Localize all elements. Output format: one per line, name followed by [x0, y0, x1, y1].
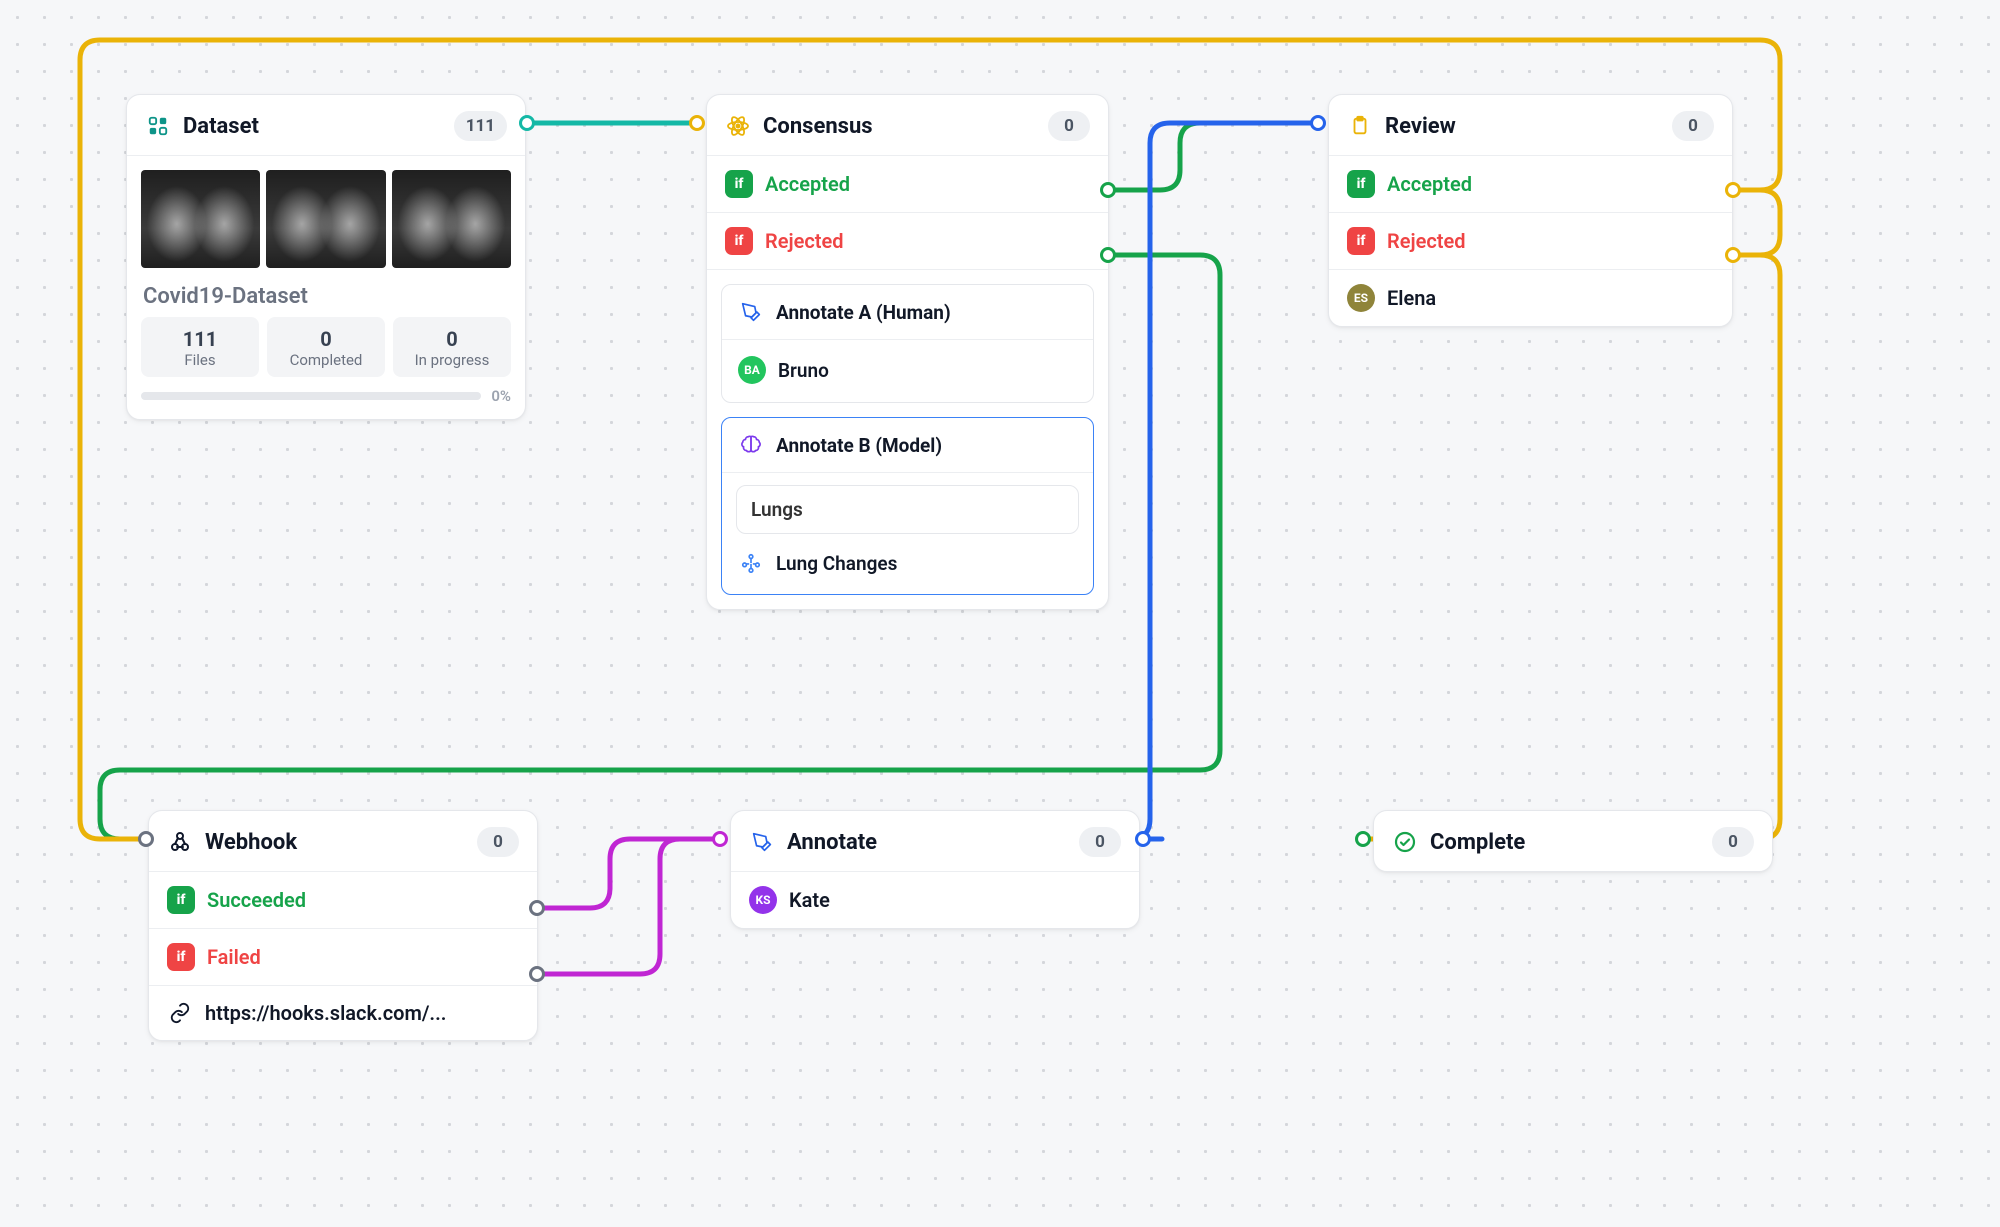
progress-pct: 0% — [491, 387, 511, 405]
atom-icon — [725, 113, 751, 139]
progress-track — [141, 392, 481, 400]
model-label: Lung Changes — [776, 552, 897, 575]
port-webhook-succeeded-out[interactable] — [529, 900, 545, 916]
condition-accepted[interactable]: if Accepted — [707, 156, 1108, 213]
stat-label: In progress — [393, 351, 511, 369]
port-consensus-accepted-out[interactable] — [1100, 182, 1116, 198]
reviewer-name: Elena — [1387, 286, 1436, 310]
count-pill: 0 — [1672, 111, 1714, 141]
stat-files: 111 Files — [141, 317, 259, 377]
count-pill: 0 — [477, 827, 519, 857]
node-title: Webhook — [205, 830, 465, 855]
brain-icon — [738, 432, 764, 458]
port-annotate-out[interactable] — [1135, 831, 1151, 847]
link-icon — [167, 1000, 193, 1026]
port-review-accepted-out[interactable] — [1725, 182, 1741, 198]
count-pill: 0 — [1079, 827, 1121, 857]
model-row: Lung Changes — [736, 546, 1079, 580]
stat-value: 0 — [393, 327, 511, 351]
stat-value: 0 — [267, 327, 385, 351]
condition-rejected[interactable]: if Rejected — [707, 213, 1108, 270]
port-review-rejected-out[interactable] — [1725, 247, 1741, 263]
stat-label: Files — [141, 351, 259, 369]
port-review-in[interactable] — [1310, 115, 1326, 131]
count-pill: 0 — [1048, 111, 1090, 141]
condition-rejected[interactable]: if Rejected — [1329, 213, 1732, 270]
annotator-name: Bruno — [778, 359, 829, 382]
condition-label: Accepted — [765, 172, 850, 196]
condition-label: Rejected — [1387, 229, 1466, 253]
avatar: BA — [738, 356, 766, 384]
pen-icon — [738, 299, 764, 325]
dataset-name: Covid19-Dataset — [127, 268, 525, 317]
webhook-icon — [167, 829, 193, 855]
node-review[interactable]: Review 0 if Accepted if Rejected ES Elen… — [1328, 94, 1733, 327]
node-title: Complete — [1430, 830, 1700, 855]
node-complete[interactable]: Complete 0 — [1373, 810, 1773, 872]
node-title: Review — [1385, 114, 1660, 139]
node-webhook[interactable]: Webhook 0 if Succeeded if Failed https:/… — [148, 810, 538, 1041]
if-chip-icon: if — [1347, 227, 1375, 255]
model-field[interactable]: Lungs — [736, 485, 1079, 534]
port-consensus-rejected-out[interactable] — [1100, 247, 1116, 263]
if-chip-icon: if — [725, 170, 753, 198]
if-chip-icon: if — [167, 943, 195, 971]
xray-thumb — [266, 170, 385, 268]
xray-thumb — [141, 170, 260, 268]
count-pill: 111 — [454, 111, 507, 141]
node-title: Dataset — [183, 114, 442, 139]
network-icon — [738, 550, 764, 576]
clipboard-icon — [1347, 113, 1373, 139]
annotator-name: Kate — [789, 888, 830, 912]
check-circle-icon — [1392, 829, 1418, 855]
reviewer-row: ES Elena — [1329, 270, 1732, 326]
stat-inprogress: 0 In progress — [393, 317, 511, 377]
node-consensus[interactable]: Consensus 0 if Accepted if Rejected Anno… — [706, 94, 1109, 610]
condition-succeeded[interactable]: if Succeeded — [149, 872, 537, 929]
stat-label: Completed — [267, 351, 385, 369]
annotate-b-card[interactable]: Annotate B (Model) Lungs Lung Changes — [721, 417, 1094, 595]
port-webhook-failed-out[interactable] — [529, 966, 545, 982]
webhook-url: https://hooks.slack.com/... — [205, 1001, 446, 1025]
if-chip-icon: if — [1347, 170, 1375, 198]
if-chip-icon: if — [167, 886, 195, 914]
avatar: ES — [1347, 284, 1375, 312]
webhook-url-row: https://hooks.slack.com/... — [149, 986, 537, 1040]
xray-thumb — [392, 170, 511, 268]
node-dataset[interactable]: Dataset 111 Covid19-Dataset 111 Files 0 … — [126, 94, 526, 420]
workflow-canvas[interactable]: Dataset 111 Covid19-Dataset 111 Files 0 … — [0, 0, 2000, 1227]
condition-label: Failed — [207, 945, 261, 969]
node-title: Annotate — [787, 830, 1067, 855]
dataset-stats: 111 Files 0 Completed 0 In progress — [127, 317, 525, 381]
node-title: Consensus — [763, 114, 1036, 139]
annotator-row: KS Kate — [731, 872, 1139, 928]
node-annotate[interactable]: Annotate 0 KS Kate — [730, 810, 1140, 929]
sub-card-title: Annotate B (Model) — [776, 434, 942, 457]
port-webhook-in[interactable] — [138, 831, 154, 847]
condition-label: Succeeded — [207, 888, 306, 912]
port-consensus-in[interactable] — [689, 115, 705, 131]
sub-card-title: Annotate A (Human) — [776, 301, 951, 324]
stat-value: 111 — [141, 327, 259, 351]
stat-completed: 0 Completed — [267, 317, 385, 377]
port-annotate-in[interactable] — [712, 831, 728, 847]
annotator-row: BA Bruno — [736, 352, 1079, 388]
port-dataset-out[interactable] — [519, 115, 535, 131]
condition-accepted[interactable]: if Accepted — [1329, 156, 1732, 213]
condition-label: Accepted — [1387, 172, 1472, 196]
pen-icon — [749, 829, 775, 855]
port-complete-in[interactable] — [1355, 831, 1371, 847]
grid-icon — [145, 113, 171, 139]
condition-label: Rejected — [765, 229, 844, 253]
dataset-progress: 0% — [127, 381, 525, 419]
dataset-thumbnails — [127, 156, 525, 268]
avatar: KS — [749, 886, 777, 914]
annotate-a-card[interactable]: Annotate A (Human) BA Bruno — [721, 284, 1094, 403]
condition-failed[interactable]: if Failed — [149, 929, 537, 986]
if-chip-icon: if — [725, 227, 753, 255]
count-pill: 0 — [1712, 827, 1754, 857]
